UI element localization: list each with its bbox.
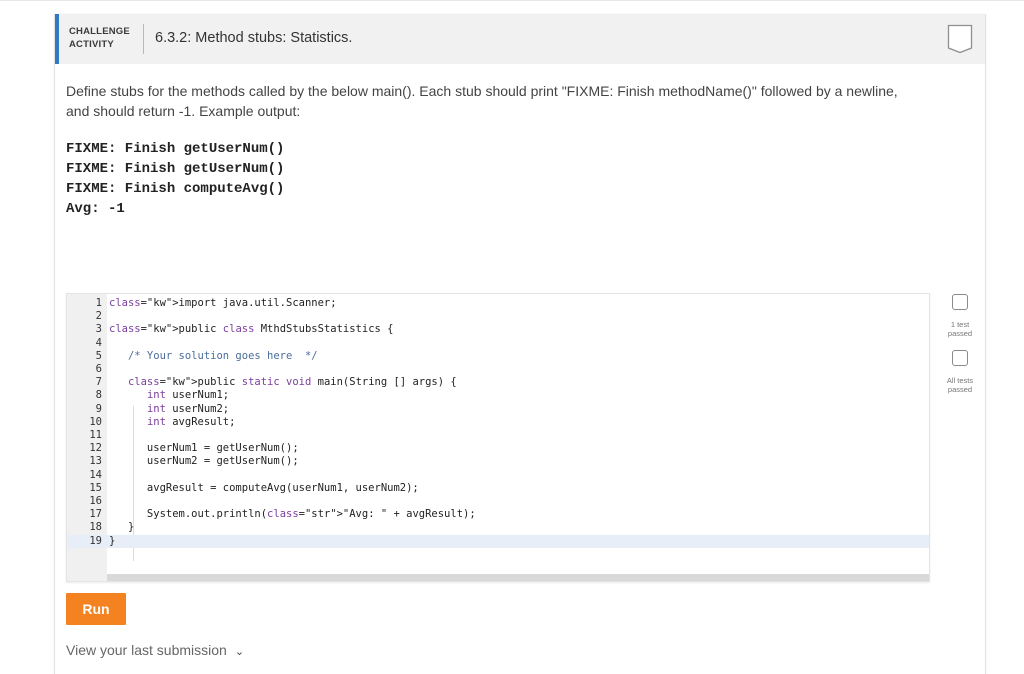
activity-label-line1: CHALLENGE [69, 26, 130, 37]
line-number: 11 [89, 429, 102, 441]
completion-badge-icon [947, 24, 973, 54]
line-number: 13 [89, 455, 102, 468]
code-editor[interactable]: 1 class="kw">import java.util.Scanner; 2 3 c… [66, 293, 930, 582]
code-line[interactable]: 14 [67, 469, 929, 482]
code-line[interactable]: 7 class="kw">public static void main(Str… [67, 376, 929, 389]
code-line[interactable]: 1 class="kw">import java.util.Scanner; [67, 297, 929, 310]
code-text[interactable]: int avgResult; [109, 416, 236, 429]
line-number: 7 [95, 376, 102, 389]
all-tests-status-label: All tests passed [946, 376, 974, 394]
code-line[interactable]: 13 userNum2 = getUserNum(); [67, 455, 929, 468]
code-line[interactable]: 8 int userNum1; [67, 389, 929, 402]
code-text[interactable]: userNum1 = getUserNum(); [109, 442, 299, 455]
code-text[interactable]: class="kw">import java.util.Scanner; [109, 297, 337, 310]
line-number: 14 [89, 468, 102, 481]
code-text[interactable]: avgResult = computeAvg(userNum1, userNum… [109, 482, 419, 495]
line-number: 3 [95, 323, 102, 336]
code-text[interactable]: int userNum2; [109, 403, 229, 416]
code-line[interactable]: 16 [67, 495, 929, 508]
top-divider [0, 0, 1024, 1]
instructions-text: Define stubs for the methods called by t… [66, 83, 898, 119]
all-tests-checkbox-icon [952, 350, 968, 366]
activity-type-label: CHALLENGE ACTIVITY [69, 25, 139, 51]
view-last-submission-link[interactable]: View your last submission ⌄ [66, 642, 244, 658]
example-output: FIXME: Finish getUserNum() FIXME: Finish… [66, 139, 284, 219]
code-line[interactable]: 2 [67, 310, 929, 323]
activity-label-line2: ACTIVITY [69, 39, 114, 50]
code-line[interactable]: 17 System.out.println(class="str">"Avg: … [67, 508, 929, 521]
line-number: 16 [89, 495, 102, 507]
line-number: 2 [95, 310, 102, 323]
line-number: 9 [95, 402, 102, 415]
line-number: 17 [89, 508, 102, 521]
example-line: FIXME: Finish getUserNum() [66, 141, 285, 157]
run-button[interactable]: Run [66, 593, 126, 625]
line-number: 4 [95, 336, 102, 349]
line-number: 18 [89, 521, 102, 534]
code-line[interactable]: 5 /* Your solution goes here */ [67, 350, 929, 363]
code-text[interactable]: class="kw">public class MthdStubsStatist… [109, 323, 393, 336]
example-line: Avg: -1 [66, 201, 125, 217]
header-divider [143, 24, 144, 54]
line-number: 8 [95, 389, 102, 402]
code-line[interactable]: 12 userNum1 = getUserNum(); [67, 442, 929, 455]
example-line: FIXME: Finish getUserNum() [66, 161, 285, 177]
code-line[interactable]: 3 class="kw">public class MthdStubsStatis… [67, 323, 929, 336]
line-number: 12 [89, 442, 102, 455]
code-text[interactable]: int userNum1; [109, 389, 229, 402]
code-text[interactable]: /* Your solution goes here */ [109, 350, 318, 363]
code-line[interactable]: 19} [67, 534, 929, 548]
line-number: 1 [95, 297, 102, 309]
horizontal-scrollbar[interactable] [107, 574, 929, 581]
last-submission-label: View your last submission [66, 642, 227, 658]
code-line[interactable]: 6 [67, 363, 929, 376]
activity-header: CHALLENGE ACTIVITY 6.3.2: Method stubs: … [55, 14, 985, 64]
code-line[interactable]: 9 int userNum2; [67, 403, 929, 416]
code-line[interactable]: 11 [67, 429, 929, 442]
code-line[interactable]: 4 [67, 337, 929, 350]
code-line[interactable]: 10 int avgResult; [67, 416, 929, 429]
code-line[interactable]: 15 avgResult = computeAvg(userNum1, user… [67, 482, 929, 495]
test-checkbox-icon [952, 294, 968, 310]
code-text[interactable]: class="kw">public static void main(Strin… [109, 376, 457, 389]
line-number: 5 [95, 349, 102, 362]
activity-title: 6.3.2: Method stubs: Statistics. [155, 30, 353, 46]
code-line[interactable]: 18 } [67, 521, 929, 534]
challenge-activity-card: CHALLENGE ACTIVITY 6.3.2: Method stubs: … [54, 14, 986, 674]
test-status-label: 1 test passed [947, 320, 973, 338]
line-number: 6 [95, 363, 102, 375]
line-number: 15 [89, 481, 102, 494]
example-line: FIXME: Finish computeAvg() [66, 181, 285, 197]
line-number: 10 [89, 415, 102, 428]
line-number: 19 [89, 534, 102, 547]
code-text[interactable]: userNum2 = getUserNum(); [109, 455, 299, 468]
code-text[interactable]: } [109, 535, 115, 548]
code-text[interactable]: } [109, 521, 134, 534]
chevron-down-icon: ⌄ [234, 646, 245, 658]
code-text[interactable]: System.out.println(class="str">"Avg: " +… [109, 508, 476, 521]
